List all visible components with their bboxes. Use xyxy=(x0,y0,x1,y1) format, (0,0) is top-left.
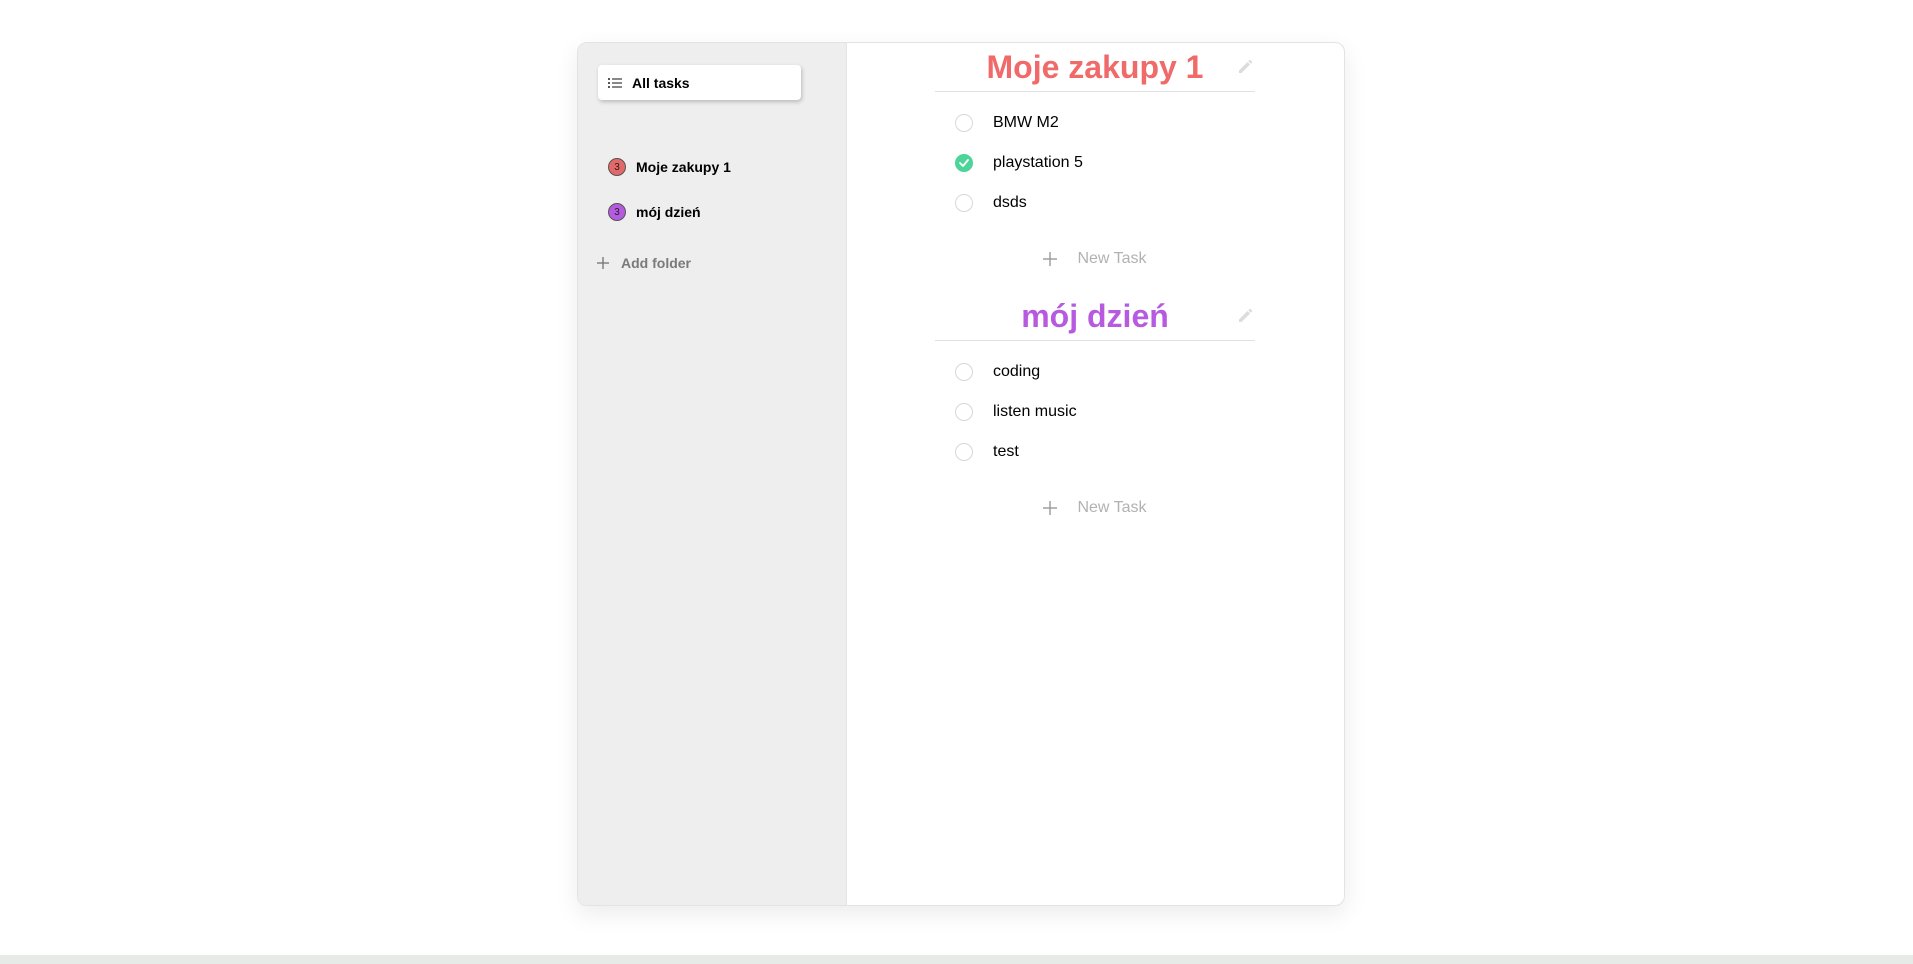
horizontal-scrollbar[interactable] xyxy=(0,955,1913,964)
task-item[interactable]: BMW M2 xyxy=(935,103,1255,143)
task-item[interactable]: dsds xyxy=(935,183,1255,223)
task-checkbox[interactable] xyxy=(955,363,973,381)
task-text: test xyxy=(993,443,1019,460)
todo-app-window: All tasks 3 Moje zakupy 1 3 mój dzień Ad… xyxy=(577,42,1345,906)
task-checkbox[interactable] xyxy=(955,403,973,421)
tasks-panel: Moje zakupy 1 BMW M2 playstation 5 dsds … xyxy=(847,43,1344,905)
new-task-label: New Task xyxy=(1077,250,1147,267)
sidebar-item-label: All tasks xyxy=(632,74,690,91)
new-task-button[interactable]: New Task xyxy=(935,496,1255,520)
task-item[interactable]: coding xyxy=(935,352,1255,392)
sidebar-item-moj-dzien[interactable]: 3 mój dzień xyxy=(608,201,701,223)
task-text: listen music xyxy=(993,403,1077,420)
task-checkbox[interactable] xyxy=(955,194,973,212)
plus-icon xyxy=(1043,252,1058,266)
task-text: dsds xyxy=(993,194,1027,211)
task-checkbox[interactable] xyxy=(955,443,973,461)
list-icon xyxy=(608,77,622,88)
plus-icon xyxy=(597,257,609,269)
task-checkbox[interactable] xyxy=(955,154,973,172)
add-folder-button[interactable]: Add folder xyxy=(597,255,691,271)
task-checkbox[interactable] xyxy=(955,114,973,132)
add-folder-label: Add folder xyxy=(621,255,691,271)
folder-section-moje-zakupy-1: Moje zakupy 1 BMW M2 playstation 5 dsds … xyxy=(935,43,1255,271)
task-text: BMW M2 xyxy=(993,114,1059,131)
task-text: coding xyxy=(993,363,1041,380)
task-item[interactable]: playstation 5 xyxy=(935,143,1255,183)
check-icon xyxy=(959,159,969,167)
pencil-icon[interactable] xyxy=(1237,308,1253,324)
folder-title: Moje zakupy 1 xyxy=(986,49,1204,85)
new-task-label: New Task xyxy=(1077,499,1147,516)
folder-header: mój dzień xyxy=(935,292,1255,341)
sidebar-item-label: Moje zakupy 1 xyxy=(636,159,731,175)
task-text: playstation 5 xyxy=(993,154,1083,171)
folder-title: mój dzień xyxy=(1021,298,1169,334)
new-task-button[interactable]: New Task xyxy=(935,247,1255,271)
sidebar: All tasks 3 Moje zakupy 1 3 mój dzień Ad… xyxy=(578,43,847,905)
sidebar-item-label: mój dzień xyxy=(636,204,701,220)
sidebar-item-all-tasks[interactable]: All tasks xyxy=(598,65,801,100)
folder-count-badge: 3 xyxy=(608,203,626,221)
task-item[interactable]: listen music xyxy=(935,392,1255,432)
sidebar-item-moje-zakupy-1[interactable]: 3 Moje zakupy 1 xyxy=(608,156,731,178)
plus-icon xyxy=(1043,501,1058,515)
task-item[interactable]: test xyxy=(935,432,1255,472)
pencil-icon[interactable] xyxy=(1237,59,1253,75)
folder-header: Moje zakupy 1 xyxy=(935,43,1255,92)
folder-section-moj-dzien: mój dzień coding listen music test New T… xyxy=(935,292,1255,520)
folder-count-badge: 3 xyxy=(608,158,626,176)
